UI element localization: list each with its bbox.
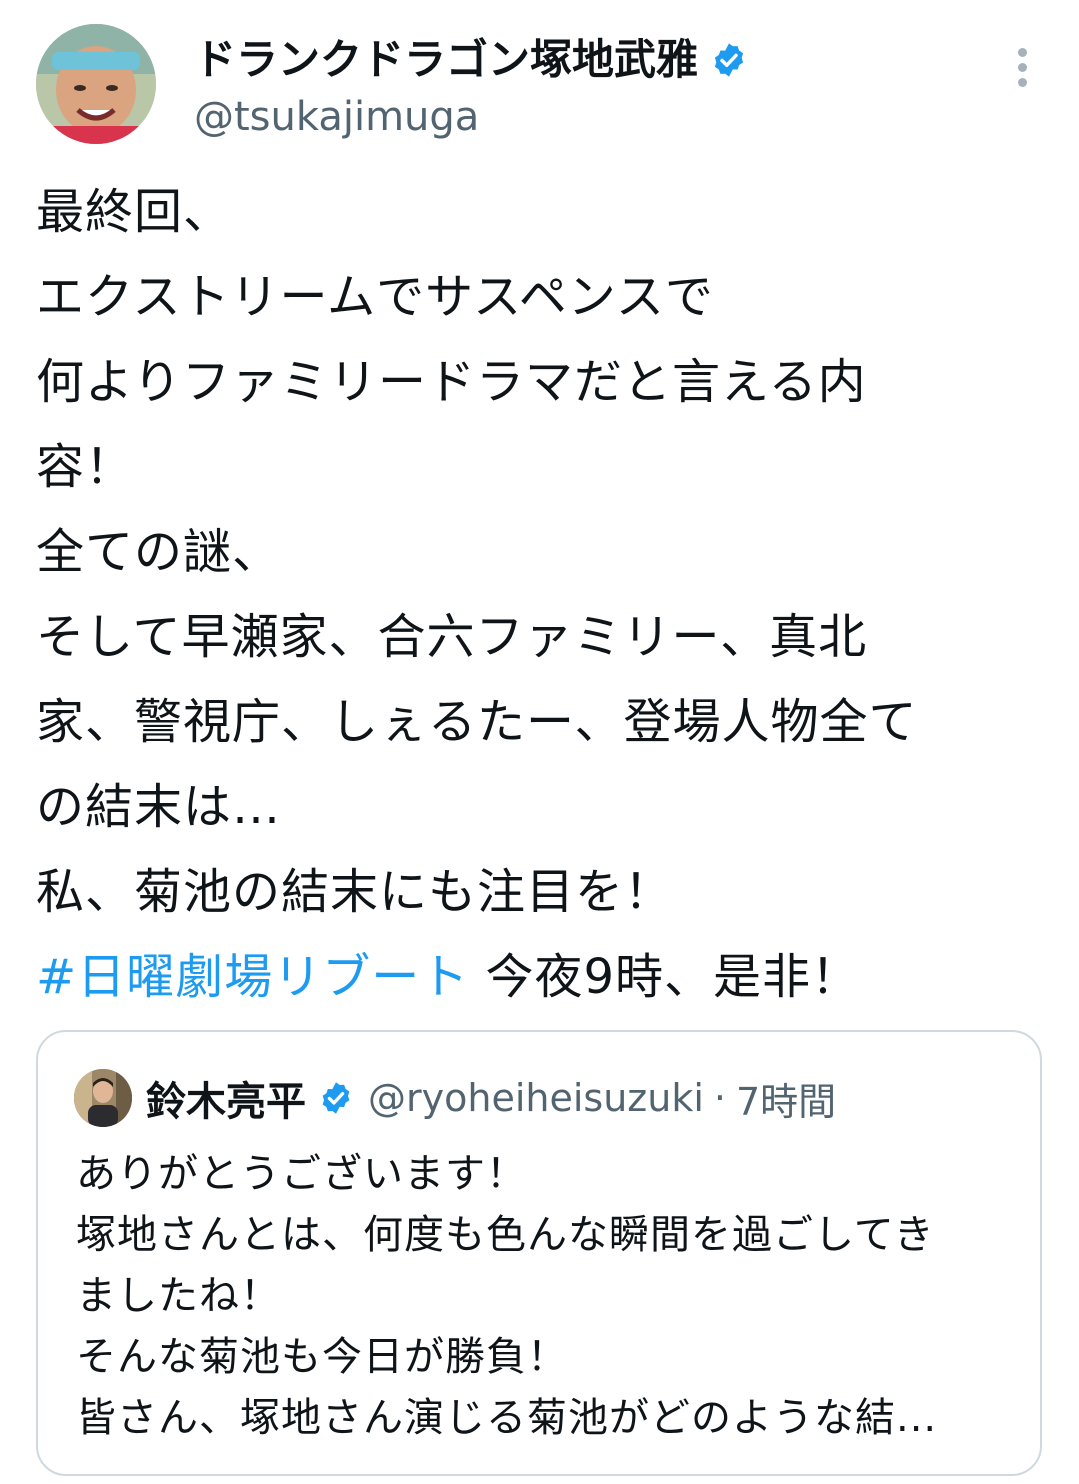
- author-avatar[interactable]: [36, 24, 156, 144]
- more-dot: [1017, 63, 1027, 72]
- tweet-line: 私、菊池の結末にも注目を！: [36, 864, 674, 920]
- quoted-tweet-text: ありがとうございます！ 塚地さんとは、何度も色んな瞬間を過ごしてき ましたね！ …: [76, 1144, 1016, 1449]
- author-handle[interactable]: @tsukajimuga: [194, 92, 479, 142]
- hashtag-suffix-text: 今夜9時、是非！: [469, 949, 861, 1005]
- author-display-name[interactable]: ドランクドラゴン塚地武雅: [194, 30, 698, 90]
- quoted-author-handle[interactable]: @ryoheiheisuzuki: [368, 1076, 704, 1120]
- tweet-line: 容！: [36, 439, 135, 495]
- tweet-text: 最終回、 エクストリームでサスペンスで 何よりファミリードラマだと言える内 容！…: [36, 170, 1056, 1020]
- author-name-row: ドランクドラゴン塚地武雅: [194, 30, 748, 90]
- quoted-timestamp[interactable]: 7時間: [736, 1071, 836, 1126]
- quoted-author-name[interactable]: 鈴木亮平: [146, 1069, 306, 1127]
- tweet-line: そして早瀬家、合六ファミリー、真北: [36, 609, 868, 665]
- quoted-line: ましたね！: [76, 1273, 281, 1319]
- quoted-avatar-image: [74, 1069, 132, 1127]
- separator-dot: ·: [713, 1076, 726, 1120]
- more-dot: [1017, 48, 1027, 57]
- quoted-line: 塚地さんとは、何度も色んな瞬間を過ごしてき: [76, 1212, 935, 1258]
- tweet-line: 何よりファミリードラマだと言える内: [36, 354, 867, 410]
- verified-badge-icon: [322, 1082, 350, 1114]
- hashtag-link[interactable]: #日曜劇場リブート: [36, 949, 469, 1005]
- quoted-line: そんな菊池も今日が勝負！: [76, 1334, 568, 1380]
- tweet-line: エクストリームでサスペンスで: [36, 269, 714, 325]
- quoted-tweet-card[interactable]: 鈴木亮平 @ryoheiheisuzuki · 7時間 ありがとうございます！ …: [36, 1030, 1042, 1476]
- quoted-line: ありがとうございます！: [76, 1151, 527, 1197]
- more-vertical-icon[interactable]: [1010, 48, 1034, 100]
- more-dot: [1017, 78, 1027, 87]
- tweet-line: 最終回、: [36, 184, 233, 240]
- quoted-tweet-header: 鈴木亮平 @ryoheiheisuzuki · 7時間: [74, 1068, 836, 1128]
- tweet-line: 全ての謎、: [36, 524, 282, 580]
- quoted-author-avatar[interactable]: [74, 1069, 132, 1127]
- verified-badge-icon: [714, 43, 744, 77]
- tweet-hashtag-line: #日曜劇場リブート 今夜9時、是非！: [36, 935, 1056, 1020]
- quoted-line: 皆さん、塚地さん演じる菊池がどのような結...: [76, 1395, 938, 1441]
- tweet-line: 家、警視庁、しぇるたー、登場人物全て: [36, 694, 918, 750]
- author-avatar-image: [36, 24, 156, 144]
- tweet-line: の結末は…: [36, 779, 282, 835]
- tweet-header: ドランクドラゴン塚地武雅 @tsukajimuga: [36, 24, 1046, 146]
